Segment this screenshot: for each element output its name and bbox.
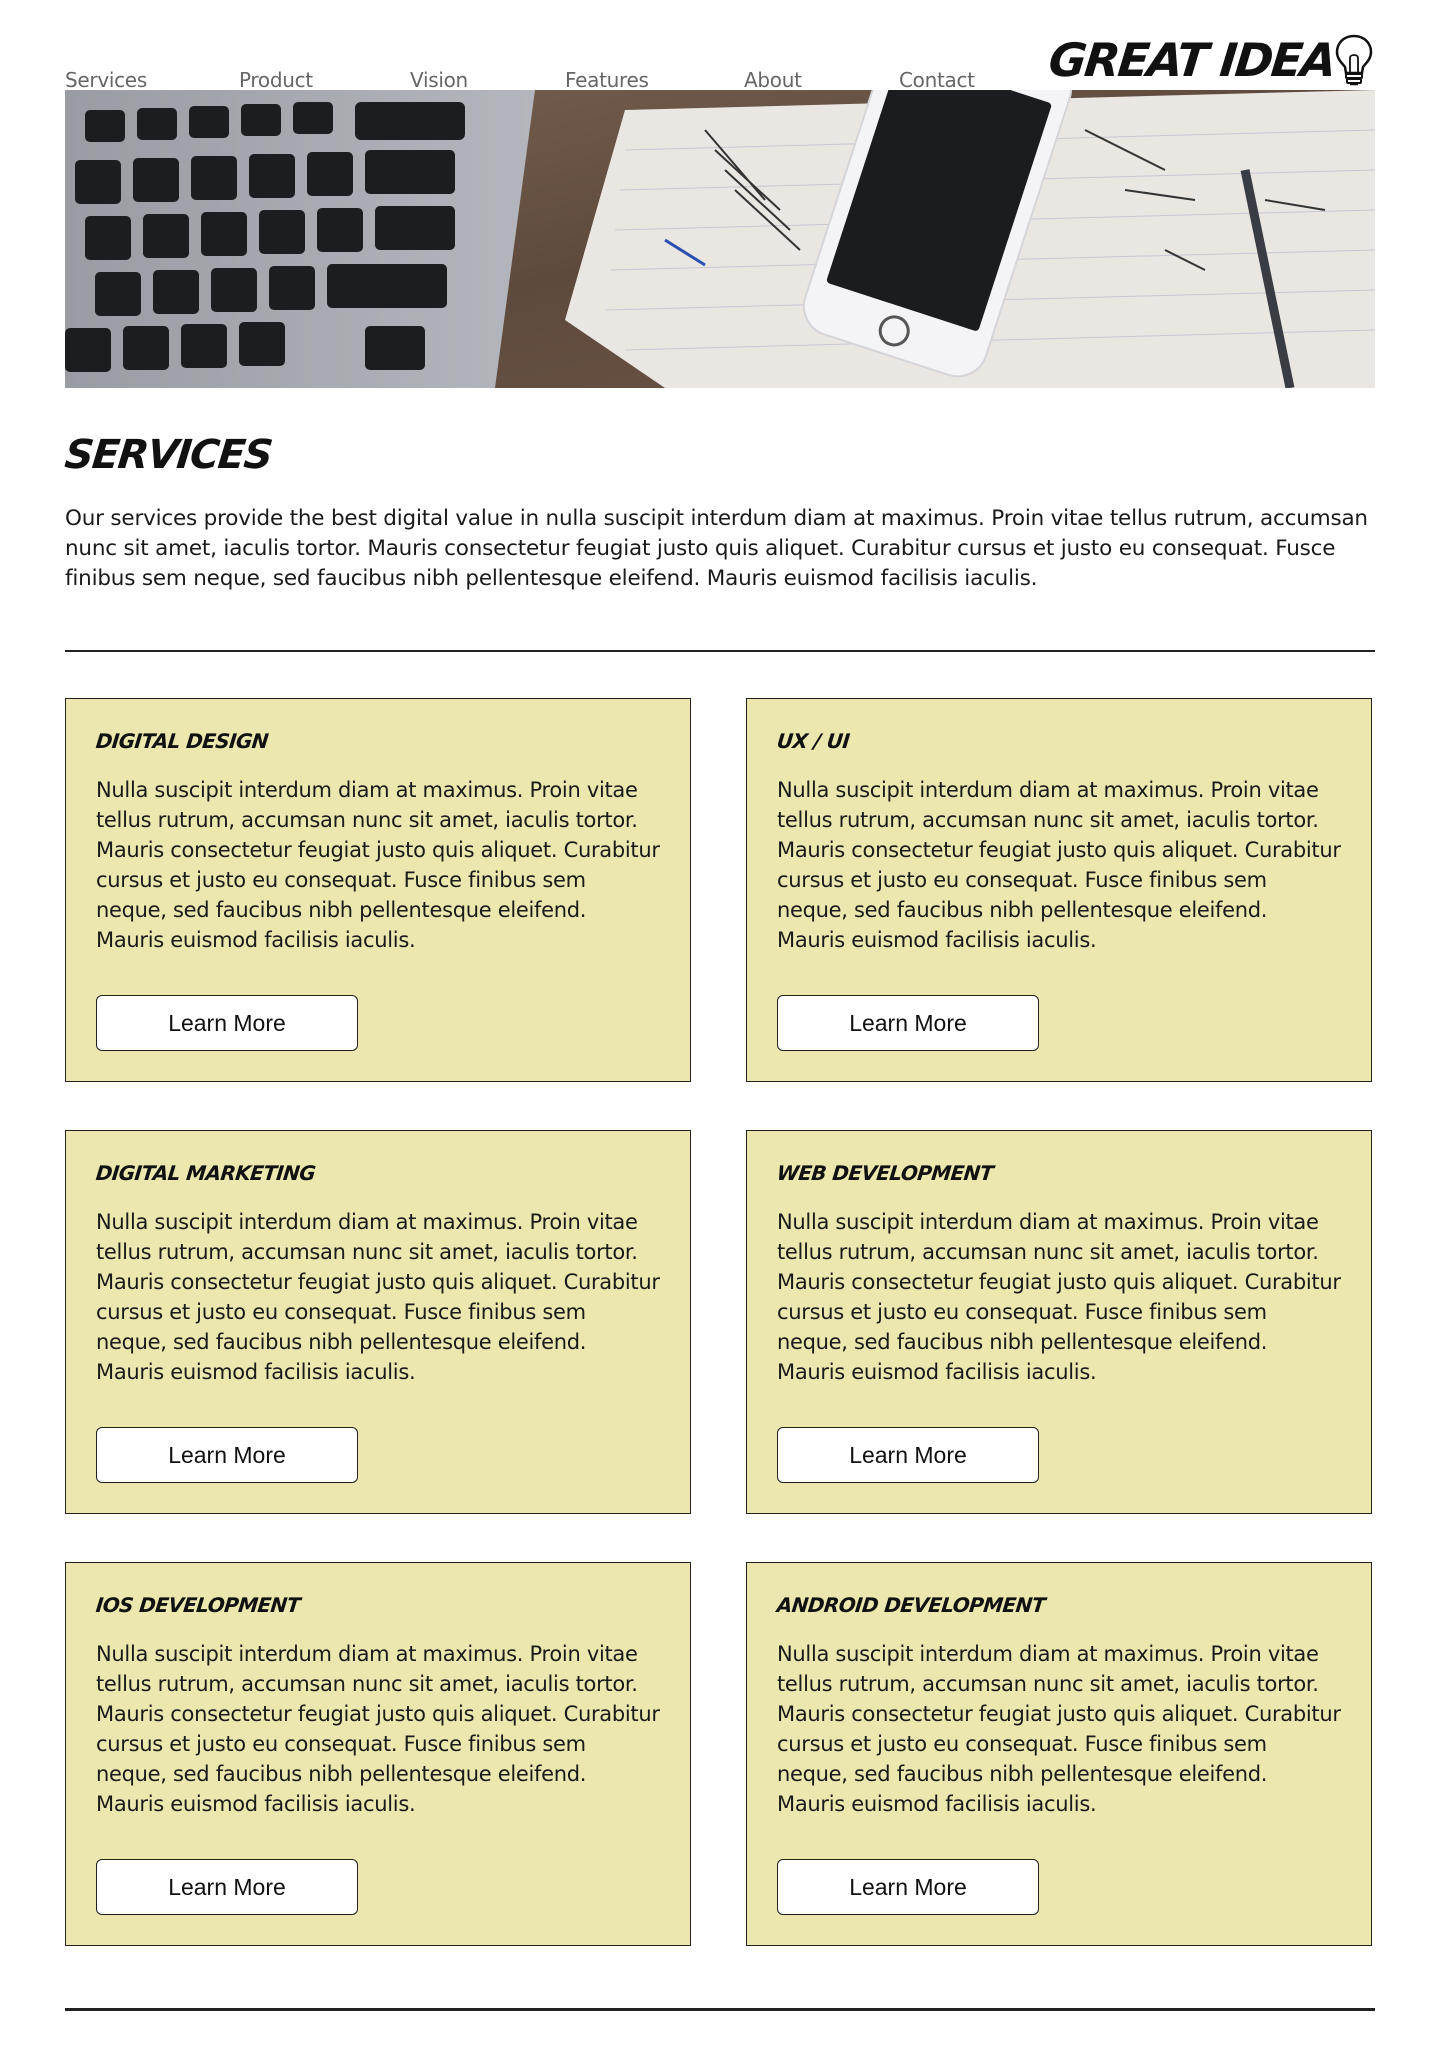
- learn-more-button[interactable]: Learn More: [96, 995, 358, 1051]
- lightbulb-icon: [1335, 34, 1373, 86]
- nav-item-contact[interactable]: Contact: [899, 68, 975, 92]
- nav-item-about[interactable]: About: [744, 68, 802, 92]
- card-text: Nulla suscipit interdum diam at maximus.…: [777, 778, 1341, 952]
- card-text: Nulla suscipit interdum diam at maximus.…: [96, 1642, 660, 1816]
- learn-more-button[interactable]: Learn More: [96, 1427, 358, 1483]
- card-text: Nulla suscipit interdum diam at maximus.…: [777, 1210, 1341, 1384]
- section-intro: Our services provide the best digital va…: [65, 506, 1368, 591]
- card-title: UX / UI: [775, 729, 851, 753]
- service-card-digital-design: Digital Design Nulla suscipit interdum d…: [65, 698, 691, 1082]
- card-title: Digital Design: [94, 729, 270, 753]
- logo[interactable]: GREAT IDEA: [1046, 30, 1375, 90]
- learn-more-button[interactable]: Learn More: [96, 1859, 358, 1915]
- card-text: Nulla suscipit interdum diam at maximus.…: [96, 778, 660, 952]
- logo-text: GREAT IDEA: [1046, 33, 1338, 87]
- main-nav: Services Product Vision Features About C…: [65, 68, 1065, 92]
- footer-divider: [65, 2008, 1375, 2011]
- divider: [65, 650, 1375, 652]
- card-text: Nulla suscipit interdum diam at maximus.…: [96, 1210, 660, 1384]
- nav-item-product[interactable]: Product: [239, 68, 313, 92]
- card-title: Web Development: [775, 1161, 995, 1185]
- service-card-web-development: Web Development Nulla suscipit interdum …: [746, 1130, 1372, 1514]
- service-card-ux-ui: UX / UI Nulla suscipit interdum diam at …: [746, 698, 1372, 1082]
- card-text: Nulla suscipit interdum diam at maximus.…: [777, 1642, 1341, 1816]
- service-card-ios-development: iOS Development Nulla suscipit interdum …: [65, 1562, 691, 1946]
- hero-photo: [65, 90, 1375, 388]
- learn-more-button[interactable]: Learn More: [777, 1859, 1039, 1915]
- learn-more-button[interactable]: Learn More: [777, 1427, 1039, 1483]
- hero-image: [65, 90, 1375, 388]
- learn-more-button[interactable]: Learn More: [777, 995, 1039, 1051]
- nav-item-services[interactable]: Services: [65, 68, 147, 92]
- nav-item-vision[interactable]: Vision: [410, 68, 468, 92]
- card-title: iOS Development: [94, 1593, 302, 1617]
- card-title: Android Development: [775, 1593, 1047, 1617]
- section-title: SERVICES: [62, 432, 274, 478]
- service-card-digital-marketing: Digital Marketing Nulla suscipit interdu…: [65, 1130, 691, 1514]
- service-card-android-development: Android Development Nulla suscipit inter…: [746, 1562, 1372, 1946]
- card-title: Digital Marketing: [94, 1161, 317, 1185]
- nav-item-features[interactable]: Features: [565, 68, 649, 92]
